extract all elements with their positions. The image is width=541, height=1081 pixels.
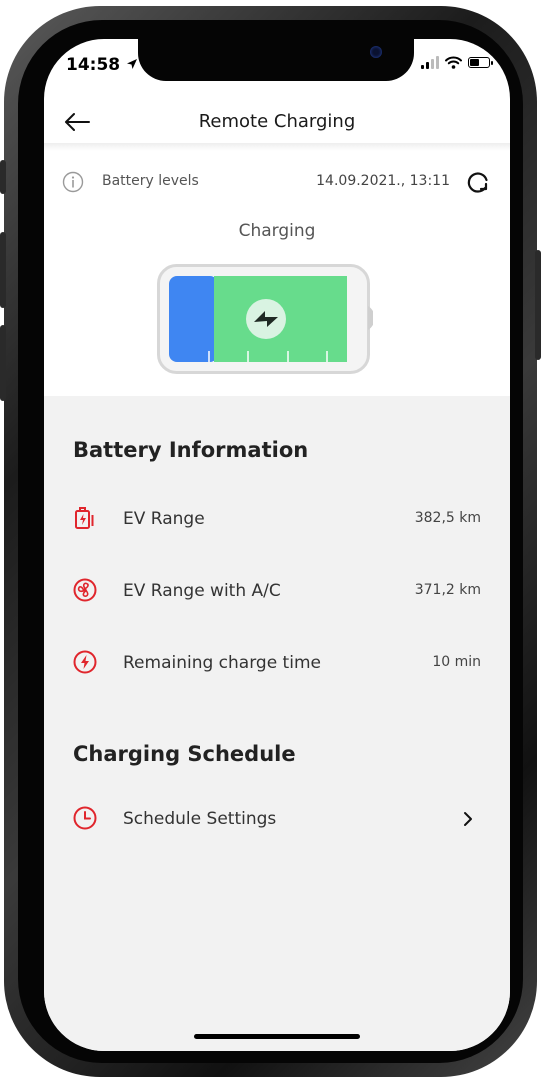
- volume-up-button: [0, 232, 6, 308]
- charging-schedule-title: Charging Schedule: [73, 742, 296, 766]
- status-time-text: 14:58: [66, 55, 121, 75]
- ev-range-ac-row: EV Range with A/C 371,2 km: [73, 572, 481, 612]
- ev-range-ac-value: 371,2 km: [414, 582, 481, 598]
- battery-graphic: [157, 264, 373, 374]
- remaining-charge-time-row: Remaining charge time 10 min: [73, 644, 481, 684]
- fan-icon: [73, 578, 97, 602]
- status-time: 14:58: [66, 55, 138, 75]
- home-indicator[interactable]: [194, 1034, 360, 1039]
- refresh-icon[interactable]: [464, 169, 492, 197]
- battery-information-title: Battery Information: [73, 438, 309, 462]
- battery-levels-label: Battery levels: [102, 173, 199, 189]
- battery-charging-cap: [339, 276, 347, 362]
- notch: [138, 39, 414, 81]
- battery-terminal: [368, 306, 373, 330]
- mute-switch: [0, 160, 6, 194]
- page-title: Remote Charging: [198, 111, 356, 132]
- volume-down-button: [0, 325, 6, 401]
- remaining-charge-time-label: Remaining charge time: [123, 653, 321, 673]
- nav-bar: Remote Charging: [44, 99, 510, 147]
- app-screen: 14:58 Remote Charging Battery levels 14.…: [44, 39, 510, 1051]
- clock-icon: [73, 806, 97, 830]
- power-button: [535, 250, 541, 360]
- remaining-charge-time-value: 10 min: [432, 654, 481, 670]
- schedule-settings-label: Schedule Settings: [123, 809, 277, 829]
- info-icon[interactable]: [62, 171, 84, 193]
- battery-info-section: Battery Information EV Range 382,5 km EV…: [44, 396, 510, 1051]
- ev-range-value: 382,5 km: [414, 510, 481, 526]
- lightning-circle-icon: [73, 650, 97, 674]
- schedule-settings-row[interactable]: Schedule Settings: [73, 800, 481, 840]
- ev-range-row: EV Range 382,5 km: [73, 500, 481, 540]
- ev-station-icon: [75, 507, 94, 529]
- ev-range-label: EV Range: [123, 509, 205, 529]
- last-updated-timestamp: 14.09.2021., 13:11: [316, 173, 450, 189]
- wifi-icon: [445, 56, 462, 69]
- status-icons: [421, 56, 493, 69]
- cellular-signal-icon: [421, 56, 439, 69]
- charging-status: Charging: [238, 221, 316, 241]
- chevron-right-icon: [464, 812, 472, 826]
- battery-charge-level: [169, 276, 218, 362]
- location-arrow-icon: [127, 59, 138, 69]
- nav-divider: [44, 143, 510, 151]
- battery-levels-row: Battery levels 14.09.2021., 13:11: [62, 169, 492, 197]
- front-camera: [370, 46, 382, 58]
- status-battery-icon: [468, 57, 493, 68]
- ev-range-ac-label: EV Range with A/C: [123, 581, 281, 601]
